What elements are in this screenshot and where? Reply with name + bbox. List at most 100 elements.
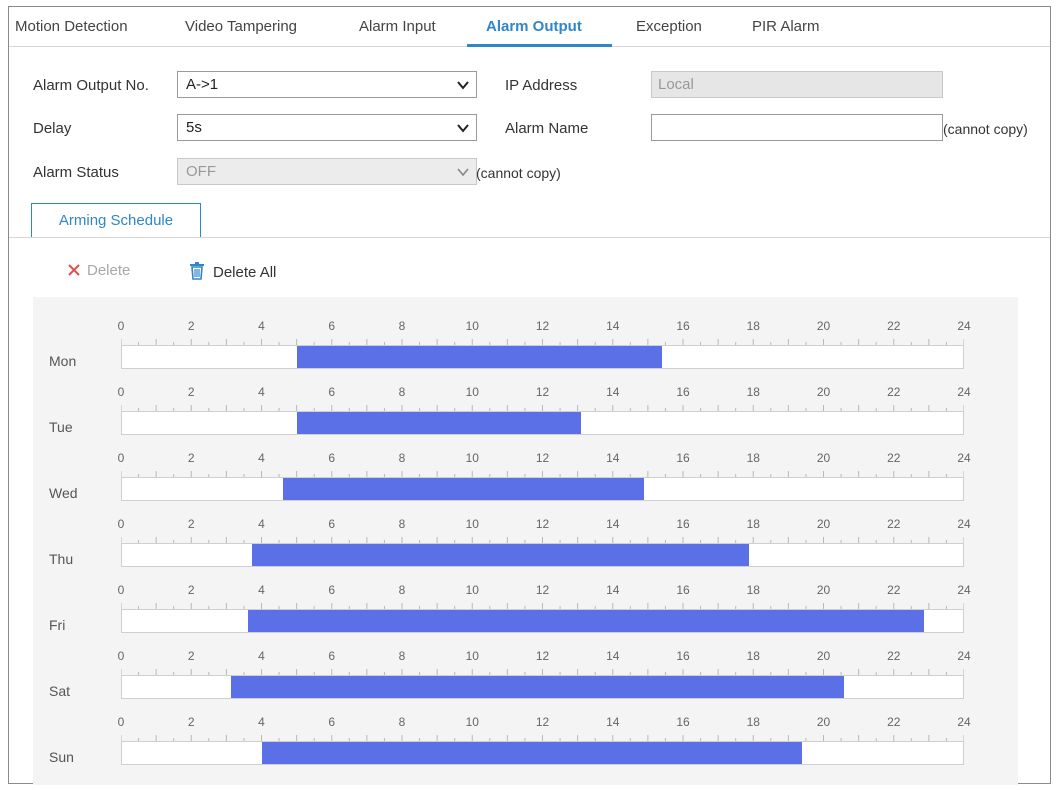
hour-label: 16 bbox=[676, 715, 690, 729]
timeline-bar[interactable] bbox=[121, 609, 964, 633]
tab-pir-alarm[interactable]: PIR Alarm bbox=[752, 7, 820, 47]
ip-address-label: IP Address bbox=[505, 77, 578, 94]
hour-label: 8 bbox=[398, 451, 406, 465]
hour-ticks bbox=[121, 405, 964, 411]
tab-arming-schedule[interactable]: Arming Schedule bbox=[31, 203, 201, 238]
hour-label: 18 bbox=[746, 517, 760, 531]
armed-period[interactable] bbox=[297, 346, 662, 368]
hour-label: 4 bbox=[258, 583, 265, 597]
alarm-status-label: Alarm Status bbox=[33, 164, 119, 181]
armed-period[interactable] bbox=[262, 742, 802, 764]
chevron-down-icon bbox=[457, 81, 469, 90]
hour-label: 8 bbox=[398, 583, 406, 597]
hour-label: 14 bbox=[606, 385, 620, 399]
hour-label: 4 bbox=[258, 385, 265, 399]
close-icon bbox=[68, 264, 80, 276]
day-label: Thu bbox=[49, 551, 74, 567]
hour-label: 10 bbox=[465, 583, 479, 597]
active-tab-indicator bbox=[467, 44, 612, 47]
armed-period[interactable] bbox=[251, 544, 750, 566]
hour-label: 10 bbox=[465, 517, 479, 531]
day-label: Sat bbox=[49, 683, 71, 699]
schedule-row-wed[interactable]: Wed 0 2 4 6 8 10 12 14 16 18 20 22 24 bbox=[33, 451, 1018, 517]
timeline-bar[interactable] bbox=[121, 345, 964, 369]
hour-label: 24 bbox=[957, 517, 971, 531]
tab-alarm-output[interactable]: Alarm Output bbox=[486, 7, 582, 47]
hour-label: 12 bbox=[535, 451, 550, 465]
hour-label: 16 bbox=[676, 385, 690, 399]
delay-label: Delay bbox=[33, 120, 72, 137]
timeline-bar[interactable] bbox=[121, 741, 964, 765]
alarm-status-select: OFF bbox=[177, 158, 477, 185]
hour-label: 10 bbox=[465, 451, 479, 465]
timeline-bar[interactable] bbox=[121, 477, 964, 501]
timeline-bar[interactable] bbox=[121, 675, 964, 699]
hour-label: 0 bbox=[117, 715, 125, 729]
hour-label: 22 bbox=[887, 451, 901, 465]
hour-label: 0 bbox=[117, 649, 125, 663]
schedule-row-fri[interactable]: Fri 0 2 4 6 8 10 12 14 16 18 20 22 24 bbox=[33, 583, 1018, 649]
hour-ticks bbox=[121, 471, 964, 477]
delay-select[interactable]: 5s bbox=[177, 114, 477, 141]
hour-label: 14 bbox=[606, 451, 620, 465]
alarm-name-label: Alarm Name bbox=[505, 120, 589, 137]
hour-label: 6 bbox=[328, 715, 336, 729]
alarm-name-copy-note: (cannot copy) bbox=[943, 121, 1028, 137]
hour-label: 14 bbox=[606, 649, 620, 663]
schedule-row-mon[interactable]: Mon 0 2 4 6 8 10 12 14 16 18 20 22 24 bbox=[33, 319, 1018, 385]
hour-label: 12 bbox=[535, 517, 550, 531]
armed-period[interactable] bbox=[283, 478, 645, 500]
hour-label: 24 bbox=[957, 319, 971, 333]
delete-label: Delete bbox=[87, 262, 131, 279]
hour-label: 2 bbox=[187, 451, 195, 465]
hour-label: 2 bbox=[187, 715, 195, 729]
tab-motion-detection[interactable]: Motion Detection bbox=[15, 7, 128, 47]
hour-label: 2 bbox=[187, 385, 195, 399]
hour-label: 0 bbox=[117, 451, 125, 465]
schedule-row-thu[interactable]: Thu 0 2 4 6 8 10 12 14 16 18 20 22 24 bbox=[33, 517, 1018, 583]
day-label: Fri bbox=[49, 617, 66, 633]
hour-label: 8 bbox=[398, 385, 406, 399]
hour-label: 24 bbox=[957, 649, 971, 663]
tab-alarm-input[interactable]: Alarm Input bbox=[359, 7, 436, 47]
tab-exception[interactable]: Exception bbox=[636, 7, 702, 47]
hour-label: 18 bbox=[746, 715, 760, 729]
hour-label: 10 bbox=[465, 319, 479, 333]
delete-all-button[interactable]: Delete All bbox=[189, 262, 276, 281]
hour-label: 6 bbox=[328, 319, 336, 333]
hour-ticks bbox=[121, 669, 964, 675]
hour-label: 20 bbox=[816, 583, 831, 597]
alarm-name-input[interactable] bbox=[651, 114, 943, 141]
hour-label: 14 bbox=[606, 517, 620, 531]
day-label: Tue bbox=[49, 419, 73, 435]
hour-label: 24 bbox=[957, 715, 971, 729]
hour-label: 20 bbox=[816, 649, 831, 663]
hour-label: 2 bbox=[187, 319, 195, 333]
hour-label: 20 bbox=[816, 451, 831, 465]
armed-period[interactable] bbox=[230, 676, 844, 698]
alarm-status-copy-note: (cannot copy) bbox=[476, 165, 561, 181]
alarm-status-value: OFF bbox=[186, 163, 216, 180]
hour-label: 22 bbox=[887, 319, 901, 333]
alarm-output-no-label: Alarm Output No. bbox=[33, 77, 149, 94]
hour-label: 2 bbox=[187, 517, 195, 531]
chevron-down-icon bbox=[457, 124, 469, 133]
hour-label: 24 bbox=[957, 385, 971, 399]
hour-label: 12 bbox=[535, 649, 550, 663]
hour-label: 18 bbox=[746, 649, 760, 663]
schedule-row-sun[interactable]: Sun 0 2 4 6 8 10 12 14 16 18 20 22 24 bbox=[33, 715, 1018, 781]
armed-period[interactable] bbox=[297, 412, 582, 434]
timeline-bar[interactable] bbox=[121, 543, 964, 567]
hour-label: 10 bbox=[465, 715, 479, 729]
tab-bar: Motion Detection Video Tampering Alarm I… bbox=[9, 7, 1050, 47]
alarm-output-no-select[interactable]: A->1 bbox=[177, 71, 477, 98]
timeline-bar[interactable] bbox=[121, 411, 964, 435]
tab-video-tampering[interactable]: Video Tampering bbox=[185, 7, 297, 47]
hour-label: 6 bbox=[328, 385, 336, 399]
hour-label: 4 bbox=[258, 649, 265, 663]
hour-ticks bbox=[121, 339, 964, 345]
schedule-row-tue[interactable]: Tue 0 2 4 6 8 10 12 14 16 18 20 22 24 bbox=[33, 385, 1018, 451]
delete-button[interactable]: Delete bbox=[67, 262, 130, 279]
schedule-row-sat[interactable]: Sat 0 2 4 6 8 10 12 14 16 18 20 22 24 bbox=[33, 649, 1018, 715]
armed-period[interactable] bbox=[248, 610, 925, 632]
